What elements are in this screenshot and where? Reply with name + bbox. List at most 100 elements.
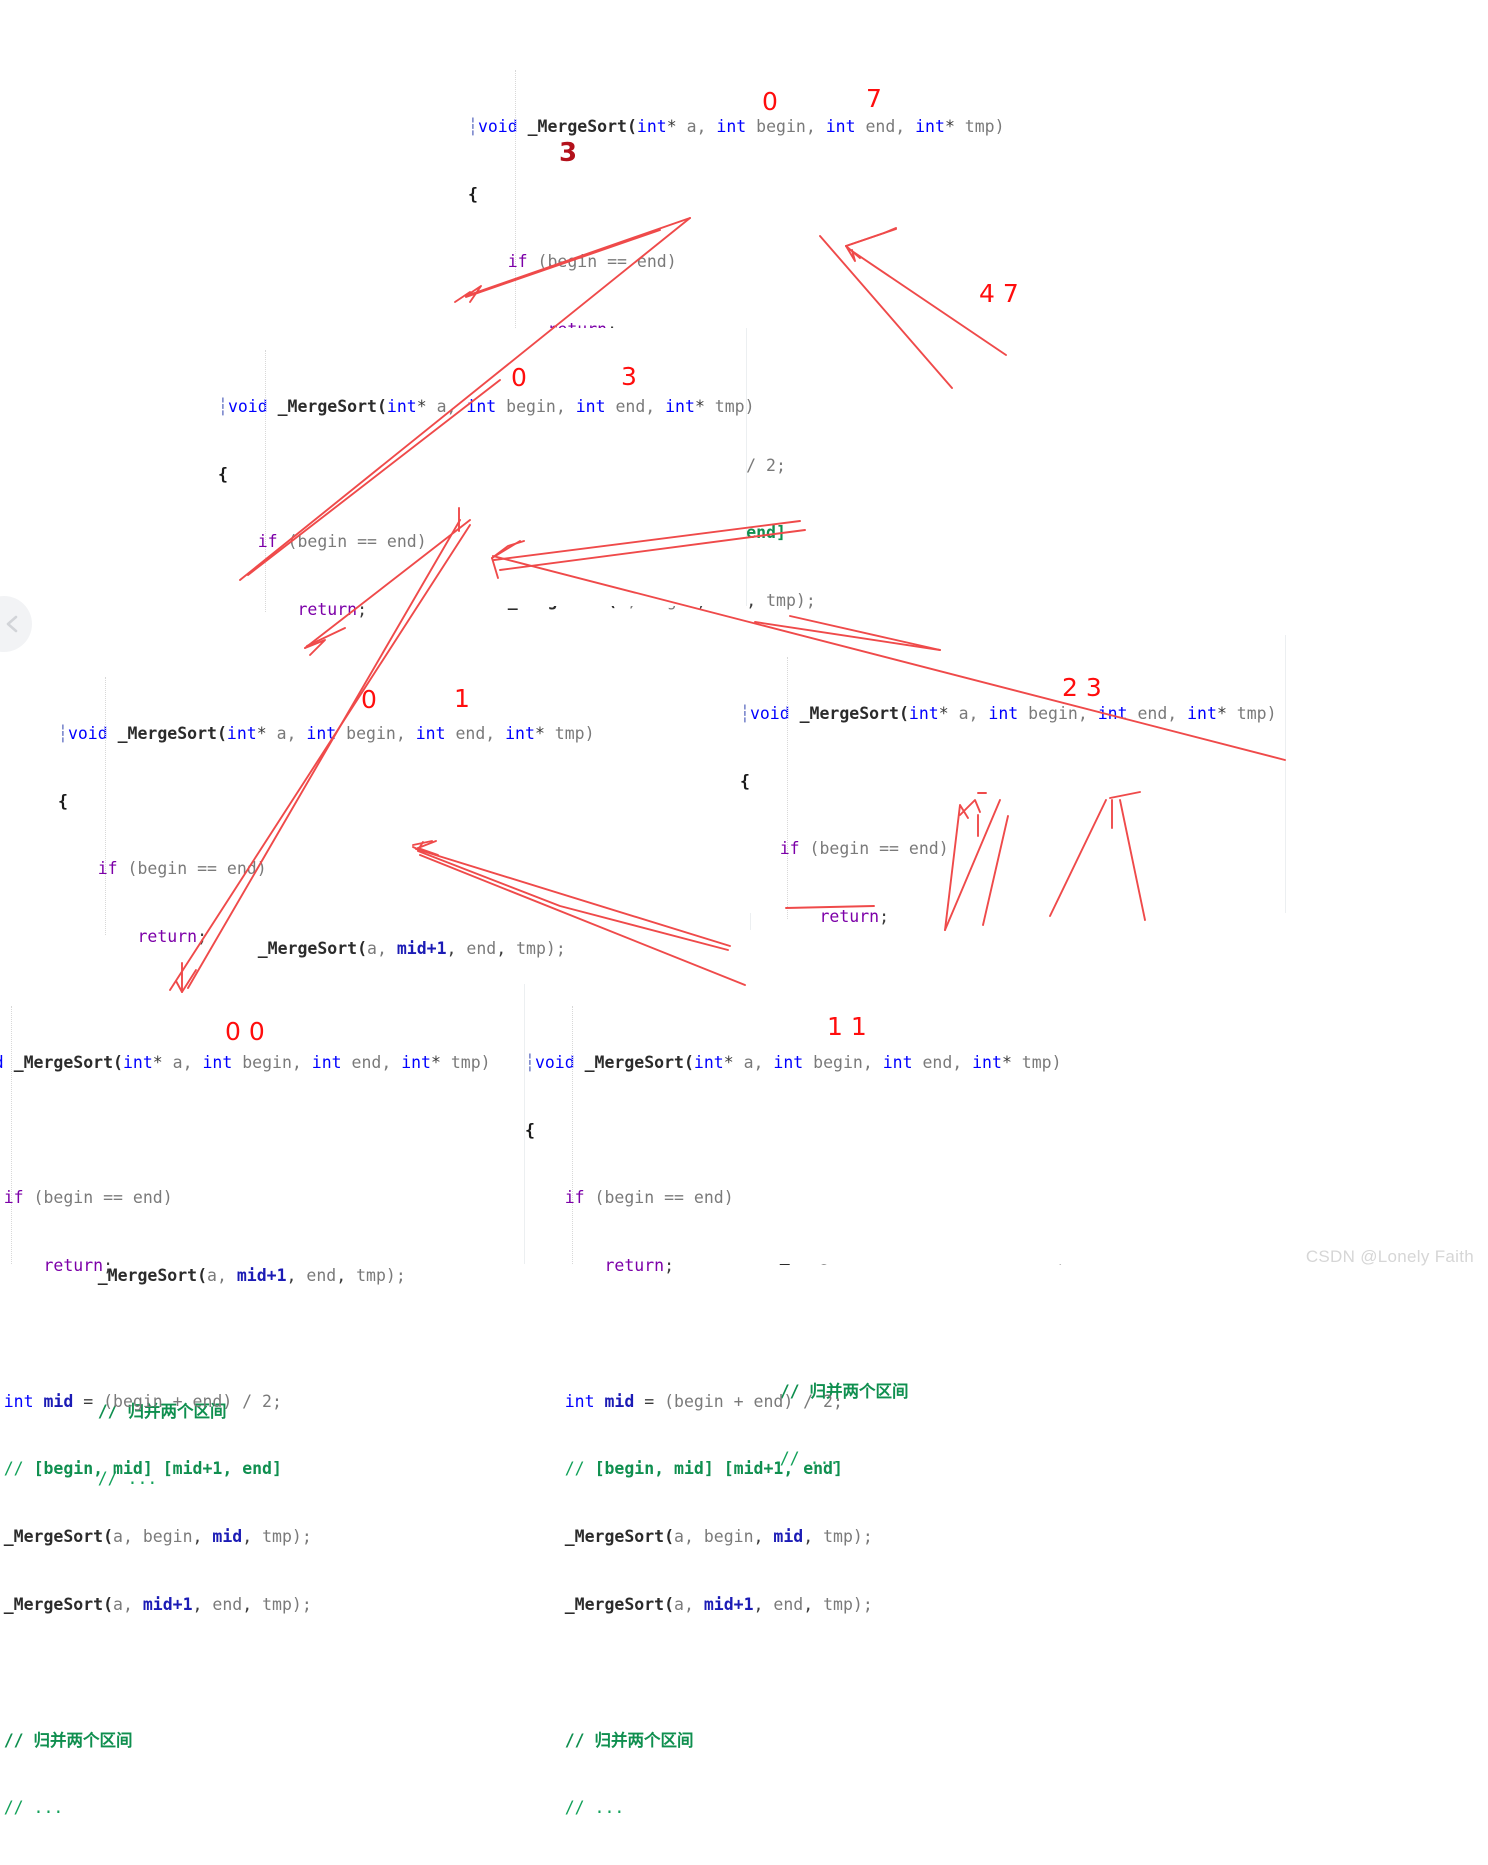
- code-line-open-brace: {: [218, 464, 746, 487]
- call-right-name: _MergeSort(: [564, 1595, 675, 1615]
- kw-int: int: [226, 723, 257, 743]
- kw-if: if: [564, 1188, 585, 1208]
- annotation-grandchild-end: 1: [454, 684, 470, 713]
- semicolon: ;: [664, 1256, 675, 1276]
- param-end: end,: [605, 396, 666, 416]
- if-condition: (begin == end): [799, 839, 949, 859]
- kw-int-3: int: [415, 723, 446, 743]
- assign-op: =: [644, 1391, 665, 1411]
- code-line-return: return;: [740, 906, 1285, 929]
- param-end: end,: [445, 723, 506, 743]
- annotation-right-grandchild: 2 3: [1062, 673, 1102, 702]
- mergesort-frame-0-1: ┆void _MergeSort(int* a, int begin, int …: [58, 655, 751, 1488]
- open-brace: {: [58, 791, 68, 811]
- kw-void: void: [534, 1052, 575, 1072]
- code-line-return: return;: [58, 926, 750, 949]
- call-right-arg-midplus: mid+1: [703, 1595, 754, 1615]
- call-left-arg-mid: mid: [212, 1527, 243, 1547]
- kw-return: return: [819, 907, 880, 927]
- annotation-left-child-end: 3: [621, 362, 637, 391]
- param-begin: begin,: [1018, 703, 1098, 723]
- kw-return: return: [604, 1256, 665, 1276]
- param-tmp: tmp): [1226, 703, 1277, 723]
- kw-int-mid: int: [3, 1391, 34, 1411]
- if-condition: (begin == end): [23, 1188, 173, 1208]
- mid-expression: (begin + end) / 2;: [664, 1391, 843, 1411]
- code-line-mid: int mid = (begin + end) / 2;: [0, 1391, 524, 1414]
- call-right-arg-a: a,: [674, 1595, 704, 1615]
- param-tmp: tmp): [440, 1052, 491, 1072]
- call-left-name: _MergeSort(: [3, 1527, 114, 1547]
- code-line-signature: ┆void _MergeSort(int* a, int begin, int …: [525, 1052, 1085, 1075]
- panel-edge-artifact: ┆: [58, 723, 68, 743]
- code-line-open-brace: {: [468, 184, 1005, 207]
- kw-int-4: int: [505, 723, 535, 743]
- c4: ,: [242, 1595, 263, 1615]
- code-line-if: if (begin == end): [740, 838, 1285, 861]
- open-brace: {: [218, 464, 228, 484]
- param-tmp: tmp): [704, 396, 755, 416]
- param-end: end,: [341, 1052, 402, 1072]
- kw-int-2: int: [306, 723, 337, 743]
- code-line-signature: ┆void _MergeSort(int* a, int begin, int …: [468, 116, 1005, 139]
- annotation-root-mid: 3: [559, 138, 578, 168]
- comment-dots: // ...: [564, 1798, 625, 1818]
- code-line-signature: void _MergeSort(int* a, int begin, int e…: [0, 1052, 524, 1075]
- param-begin: begin,: [232, 1052, 312, 1072]
- call-right-arg-end: end: [773, 1595, 804, 1615]
- kw-if: if: [507, 252, 528, 272]
- param-a: a,: [733, 1052, 774, 1072]
- comment-merge: // 归并两个区间: [3, 1730, 133, 1750]
- param-a: a,: [676, 116, 717, 136]
- kw-void: void: [477, 116, 518, 136]
- fn-name: _MergeSort(: [527, 116, 637, 136]
- panel-edge-artifact: ┆: [740, 703, 750, 723]
- fn-name: _MergeSort(: [13, 1052, 123, 1072]
- if-condition: (begin == end): [527, 252, 677, 272]
- param-tmp: tmp): [1011, 1052, 1062, 1072]
- kw-int-4: int: [915, 116, 945, 136]
- semicolon: ;: [879, 907, 890, 927]
- comment-range-left: [begin, mid]: [33, 1459, 153, 1479]
- semicolon: ;: [103, 1256, 114, 1276]
- kw-return: return: [297, 600, 358, 620]
- var-mid: mid: [33, 1391, 84, 1411]
- kw-if: if: [97, 859, 118, 879]
- if-condition: (begin == end): [277, 532, 427, 552]
- previous-image-button[interactable]: [0, 596, 32, 652]
- fn-name: _MergeSort(: [117, 723, 227, 743]
- ptr-star-2: *: [1001, 1052, 1012, 1072]
- kw-void: void: [227, 396, 268, 416]
- kw-int-3: int: [1097, 703, 1128, 723]
- annotation-right-subrange: 4 7: [979, 279, 1019, 308]
- code-line-signature: ┆void _MergeSort(int* a, int begin, int …: [218, 396, 755, 419]
- kw-if: if: [3, 1188, 24, 1208]
- annotation-left-child-begin: 0: [511, 363, 527, 392]
- ptr-star: *: [152, 1052, 163, 1072]
- kw-int-2: int: [202, 1052, 233, 1072]
- c1: ,: [753, 1527, 774, 1547]
- ptr-star-2: *: [944, 116, 955, 136]
- chevron-left-icon: [6, 615, 18, 633]
- open-brace: {: [740, 771, 750, 791]
- param-end: end,: [1127, 703, 1188, 723]
- call-left-arg-a: a,: [113, 1527, 143, 1547]
- param-a: a,: [162, 1052, 203, 1072]
- kw-int-4: int: [401, 1052, 431, 1072]
- kw-int-3: int: [575, 396, 606, 416]
- param-begin: begin,: [746, 116, 826, 136]
- code-line-if: if (begin == end): [468, 251, 1005, 274]
- kw-int-4: int: [972, 1052, 1002, 1072]
- param-begin: begin,: [496, 396, 576, 416]
- kw-if: if: [779, 839, 800, 859]
- panel-edge-artifact: ┆: [525, 1052, 535, 1072]
- c4: ,: [803, 1595, 824, 1615]
- code-line-open-brace: {: [58, 791, 750, 814]
- code-line-if: if (begin == end): [0, 1187, 524, 1210]
- call-right-arg-end: end: [212, 1595, 243, 1615]
- mergesort-frame-1-1: ┆void _MergeSort(int* a, int begin, int …: [525, 984, 1085, 1817]
- call-right-name: _MergeSort(: [3, 1595, 114, 1615]
- code-line-call-right: _MergeSort(a, mid+1, end, tmp);: [525, 1594, 1085, 1617]
- param-begin: begin,: [336, 723, 416, 743]
- var-mid: mid: [594, 1391, 645, 1411]
